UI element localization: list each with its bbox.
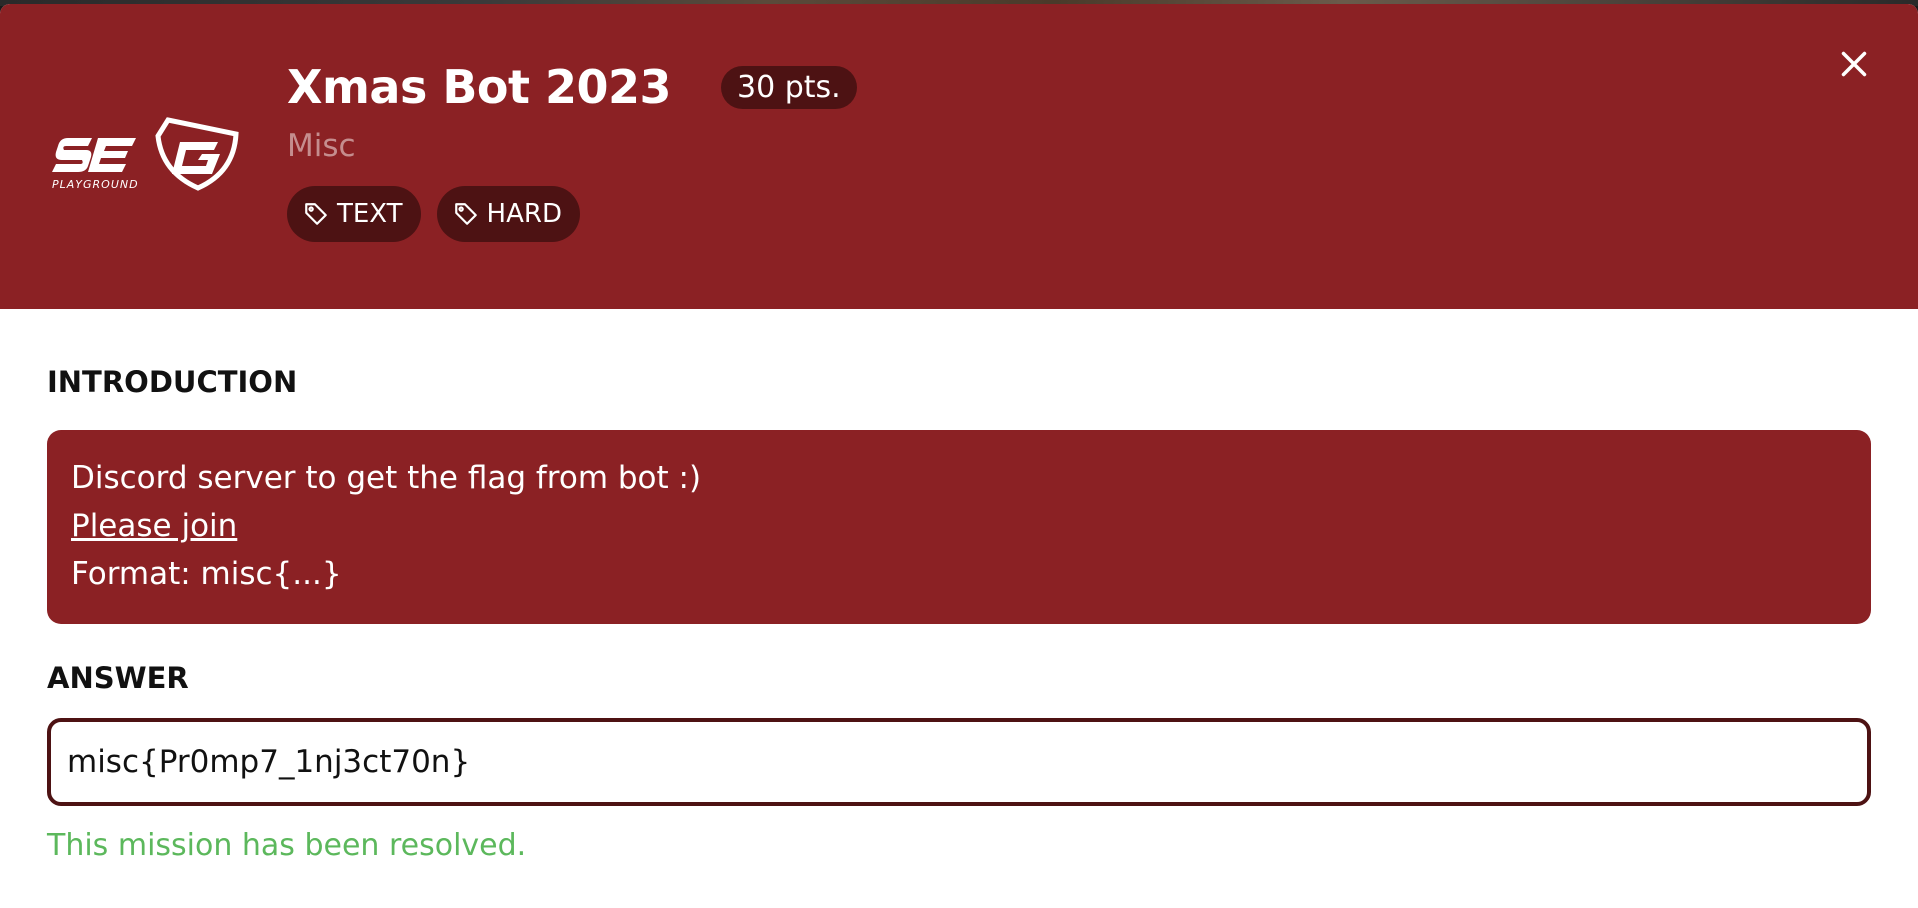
discord-join-link[interactable]: Please join — [71, 508, 237, 544]
answer-input[interactable] — [47, 718, 1871, 806]
challenge-category: Misc — [287, 128, 356, 164]
tag-label: TEXT — [337, 199, 403, 229]
challenge-modal: PLAYGROUND Xmas Bot 2023 30 pts. Misc TE… — [0, 4, 1918, 908]
intro-format-line: Format: misc{...} — [71, 556, 342, 592]
introduction-box: Discord server to get the flag from bot … — [47, 430, 1871, 624]
logo-subtext: PLAYGROUND — [52, 178, 139, 191]
resolved-status: This mission has been resolved. — [47, 828, 527, 863]
challenge-title-block: Xmas Bot 2023 30 pts. Misc TEXT HARD — [287, 52, 857, 242]
points-badge: 30 pts. — [721, 65, 857, 109]
intro-line: Discord server to get the flag from bot … — [71, 460, 702, 496]
modal-body: INTRODUCTION Discord server to get the f… — [0, 309, 1918, 863]
tag-label: HARD — [486, 199, 562, 229]
tag-icon — [454, 203, 477, 225]
modal-header: PLAYGROUND Xmas Bot 2023 30 pts. Misc TE… — [0, 4, 1918, 309]
challenge-title: Xmas Bot 2023 — [287, 60, 672, 114]
tag-hard: HARD — [436, 186, 580, 242]
introduction-heading: INTRODUCTION — [47, 365, 298, 399]
tag-text: TEXT — [287, 186, 421, 242]
seg-playground-logo: PLAYGROUND — [52, 117, 239, 191]
tag-list: TEXT HARD — [287, 186, 857, 242]
title-row: Xmas Bot 2023 30 pts. — [287, 52, 857, 122]
close-icon[interactable] — [1840, 50, 1868, 78]
tag-icon — [305, 203, 327, 225]
answer-heading: ANSWER — [47, 661, 189, 695]
